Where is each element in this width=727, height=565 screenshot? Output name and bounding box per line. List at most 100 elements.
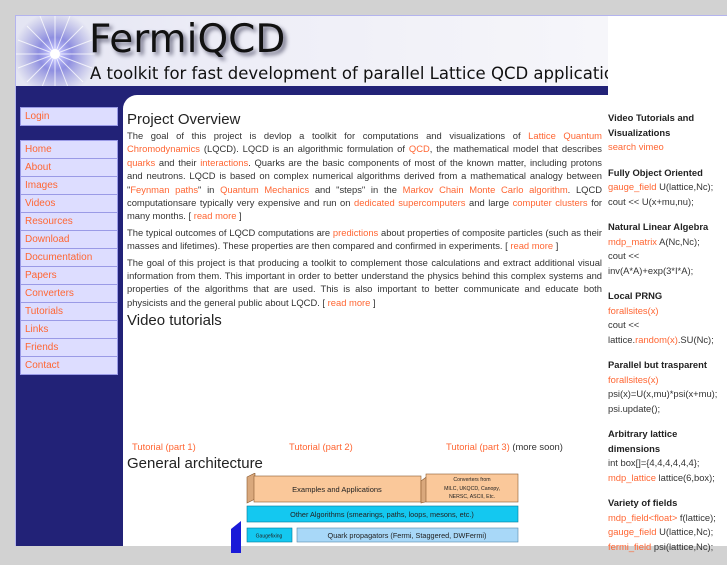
code-line: int box[]={4,4,4,4,4,4}; — [608, 456, 727, 471]
code-line: gauge_field U(lattice,Nc); — [608, 180, 727, 195]
code-line: search vimeo — [608, 140, 727, 155]
code-text: cout << — [608, 250, 640, 261]
code-text: cout << U(x+mu,nu); — [608, 195, 694, 207]
code-text: inv(A*A)+exp(3*I*A); — [608, 264, 694, 276]
code-line: inv(A*A)+exp(3*I*A); — [608, 264, 727, 279]
code-link[interactable]: gauge_field — [608, 181, 656, 192]
code-link[interactable]: search vimeo — [608, 141, 664, 152]
text: (LQCD). LQCD is an algorithmic formulati… — [199, 143, 409, 155]
text: " in — [198, 183, 221, 195]
code-link[interactable]: fermi_field — [608, 541, 651, 552]
login-box: Login — [20, 107, 118, 126]
sidebar: Login Home About Images Videos Resources… — [16, 95, 123, 546]
site-tagline: A toolkit for fast development of parall… — [90, 64, 608, 83]
text: ] — [370, 296, 376, 308]
overview-paragraph-1: The goal of this project is devlop a too… — [127, 129, 602, 223]
code-line: mdp_field<float> f(lattice); — [608, 511, 727, 526]
markov-chain-link[interactable]: Markov Chain Monte Carlo algorithm — [403, 184, 568, 195]
tutorial-list: Tutorial (part 1) Tutorial (part 2) Tuto… — [127, 330, 602, 455]
code-text: psi(x)=U(x,mu)*psi(x+mu); — [608, 388, 718, 399]
nav-item-about[interactable]: About — [21, 158, 117, 176]
converters-label-1: Converters from — [453, 477, 490, 483]
nav-item-home[interactable]: Home — [21, 141, 117, 158]
nav-item-videos[interactable]: Videos — [21, 194, 117, 212]
overview-paragraph-3: The goal of this project is that produci… — [127, 256, 602, 310]
nav-item-tutorials[interactable]: Tutorials — [21, 302, 117, 320]
code-link[interactable]: mdp_matrix — [608, 236, 657, 247]
feature-block: Arbitrary lattice dimensions int box[]={4… — [608, 427, 727, 485]
tutorial-part-3: Tutorial (part 3) (more soon) — [446, 440, 563, 453]
predictions-link[interactable]: predictions — [333, 227, 378, 238]
login-link[interactable]: Login — [21, 108, 117, 125]
feynman-paths-link[interactable]: Feynman paths — [130, 184, 198, 195]
tutorial-part-2-link[interactable]: Tutorial (part 2) — [289, 440, 353, 453]
code-line: cout << U(x+mu,nu); — [608, 195, 727, 210]
computer-clusters-link[interactable]: computer clusters — [513, 197, 588, 208]
supercomputers-link[interactable]: dedicated supercomputers — [354, 197, 465, 208]
quantum-mechanics-link[interactable]: Quantum Mechanics — [220, 184, 309, 195]
read-more-link-2[interactable]: read more — [510, 240, 553, 251]
code-line: mdp_lattice lattice(6,box); — [608, 471, 727, 486]
code-text: psi.update(); — [608, 402, 661, 414]
feature-block: Parallel but trasparent forallsites(x) psi… — [608, 358, 727, 416]
code-link[interactable]: mdp_field<float> — [608, 512, 677, 523]
interactions-link[interactable]: interactions — [200, 157, 248, 168]
content-corner — [123, 95, 153, 109]
text: The goal of this project is devlop a too… — [127, 130, 529, 141]
qcd-link[interactable]: QCD — [409, 143, 430, 154]
code-link[interactable]: gauge_field — [608, 526, 656, 537]
main-content: Project Overview The goal of this projec… — [127, 111, 602, 554]
feature-title: Fully Object Oriented — [608, 166, 703, 178]
header-bar — [16, 86, 608, 95]
feature-title: Variety of fields — [608, 497, 678, 508]
feature-block: Fully Object Oriented gauge_field U(latti… — [608, 166, 727, 210]
feature-block: Local PRNG forallsites(x) cout << lattice.r… — [608, 289, 727, 347]
tutorial-part-3-link[interactable]: Tutorial (part 3) — [446, 441, 510, 452]
other-algorithms-label: Other Algorithms (smearings, paths, loop… — [290, 510, 474, 519]
nav-item-links[interactable]: Links — [21, 320, 117, 338]
code-link[interactable]: forallsites(x) — [608, 305, 659, 316]
code-text: lattice. — [608, 333, 636, 345]
overview-heading: Project Overview — [127, 111, 241, 128]
code-link[interactable]: forallsites(x) — [608, 374, 659, 385]
text: The typical outcomes of LQCD computation… — [127, 226, 333, 238]
code-line: cout << — [608, 318, 727, 333]
text: , the mathematical model that describes — [429, 143, 602, 155]
architecture-diagram: Examples and Applications Converters fro… — [127, 473, 602, 554]
right-sidebar: Video Tutorials and Visualizations search… — [608, 111, 727, 565]
feature-title: Video Tutorials and Visualizations — [608, 112, 695, 138]
nav-item-friends[interactable]: Friends — [21, 338, 117, 356]
quarks-link[interactable]: quarks — [127, 157, 155, 168]
code-text: psi(lattice,Nc); — [651, 540, 714, 552]
code-line: cout << — [608, 249, 727, 264]
text: and their — [155, 156, 201, 168]
feature-title: Natural Linear Algebra — [608, 221, 709, 232]
more-soon-note: (more soon) — [509, 440, 563, 452]
nav-item-download[interactable]: Download — [21, 230, 117, 248]
nav-item-documentation[interactable]: Documentation — [21, 248, 117, 266]
examples-label: Examples and Applications — [292, 485, 382, 494]
text: ] — [553, 240, 559, 252]
code-text: U(lattice,Nc); — [656, 526, 714, 537]
page: FermiQCD A toolkit for fast development … — [15, 15, 727, 554]
read-more-link-1[interactable]: read more — [194, 210, 237, 221]
read-more-link-3[interactable]: read more — [328, 297, 371, 308]
code-text: f(lattice); — [677, 511, 716, 523]
quark-propagators-label: Quark propagators (Fermi, Staggered, DWF… — [328, 531, 487, 540]
header-banner: FermiQCD A toolkit for fast development … — [16, 16, 608, 86]
tutorial-part-1-link[interactable]: Tutorial (part 1) — [132, 440, 196, 453]
feature-block: Natural Linear Algebra mdp_matrix A(Nc,Nc… — [608, 220, 727, 278]
nav-item-contact[interactable]: Contact — [21, 356, 117, 374]
code-line: psi(x)=U(x,mu)*psi(x+mu); — [608, 387, 727, 402]
nav-item-converters[interactable]: Converters — [21, 284, 117, 302]
code-line: gauge_field U(lattice,Nc); — [608, 525, 727, 540]
gaugefixing-label: Gaugefixing — [256, 534, 283, 540]
code-text: U(lattice,Nc); — [656, 181, 714, 192]
code-text: .SU(Nc); — [677, 333, 714, 345]
code-link[interactable]: random(x) — [635, 334, 678, 345]
nav-item-images[interactable]: Images — [21, 176, 117, 194]
nav-item-resources[interactable]: Resources — [21, 212, 117, 230]
code-link[interactable]: mdp_lattice — [608, 472, 656, 483]
nav-item-papers[interactable]: Papers — [21, 266, 117, 284]
architecture-diagram-svg: Examples and Applications Converters fro… — [231, 473, 519, 554]
